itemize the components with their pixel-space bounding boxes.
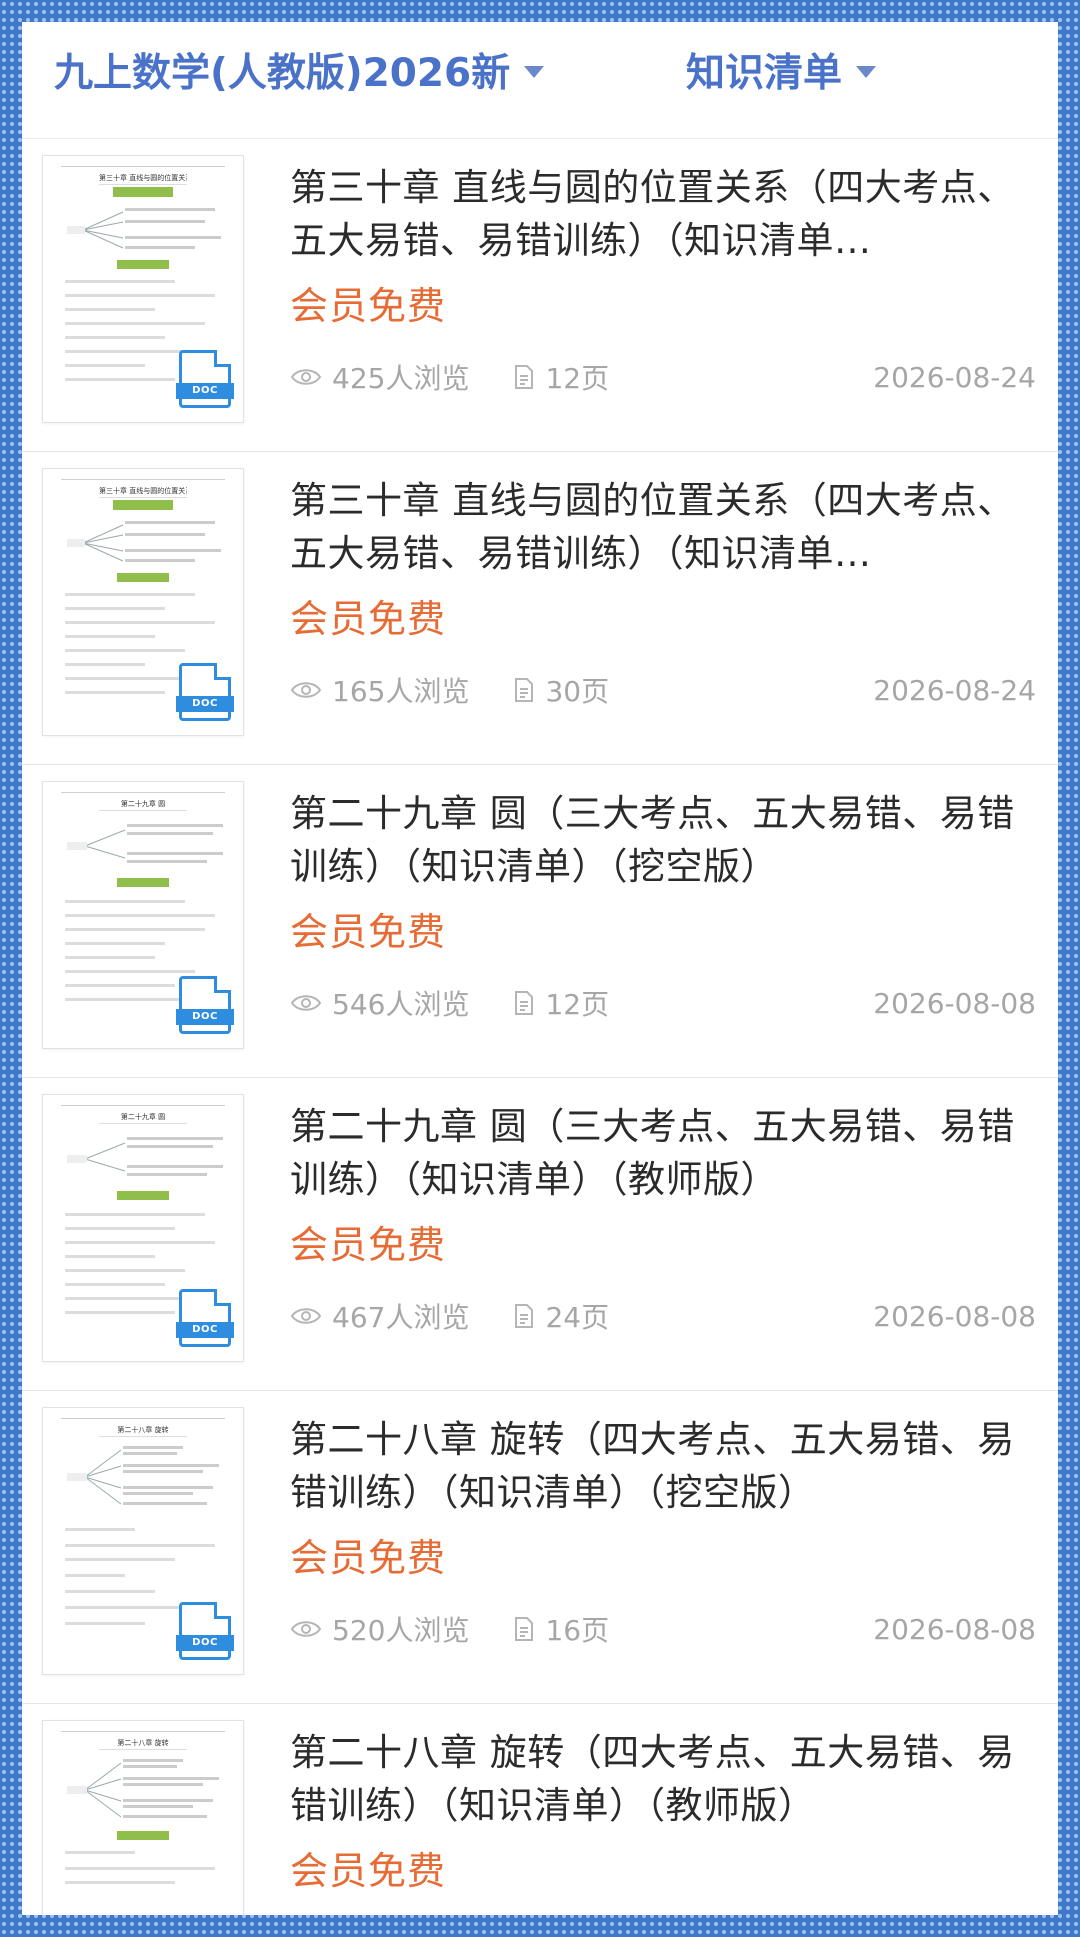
publish-date: 2026-08-24: [873, 673, 1036, 707]
caret-down-icon: [856, 66, 877, 78]
doc-file-icon: DOC: [176, 976, 234, 1034]
resource-meta: 520人浏览 16页 2026-08-08: [290, 1609, 1036, 1649]
document-thumbnail: 第三十章 直线与圆的位置关系 DOC: [42, 155, 244, 423]
eye-icon: [290, 1621, 322, 1637]
view-count: 165人浏览: [290, 670, 469, 710]
page-count: 12页: [513, 357, 609, 397]
resource-item[interactable]: 第二十八章 旋转 第二十八章 旋转（四大考点、五大易错、易错训练）（知识清单）（…: [22, 1704, 1058, 1915]
document-page-icon: [515, 1304, 534, 1328]
subject-dropdown-label: 九上数学(人教版)2026新: [54, 51, 511, 96]
thumbnail-chapter-title: 第三十章 直线与圆的位置关系: [99, 172, 187, 185]
doc-file-icon: DOC: [176, 1602, 234, 1660]
document-page-icon: [515, 678, 534, 702]
resource-meta: 467人浏览 24页 2026-08-08: [290, 1296, 1036, 1336]
eye-icon: [290, 995, 322, 1011]
resource-item[interactable]: 第三十章 直线与圆的位置关系 DOC 第三十章 直线与圆的位置关系（四大考点、五…: [22, 139, 1058, 452]
document-page-icon: [515, 1617, 534, 1641]
resource-title[interactable]: 第二十九章 圆（三大考点、五大易错、易错训练）（知识清单）（教师版）: [290, 1100, 1036, 1206]
resource-list: 第三十章 直线与圆的位置关系 DOC 第三十章 直线与圆的位置关系（四大考点、五…: [22, 139, 1058, 1915]
thumbnail-chapter-title: 第二十九章 圆: [99, 798, 187, 811]
doc-file-icon: DOC: [176, 350, 234, 408]
price-label: 会员免费: [290, 597, 447, 641]
resource-title[interactable]: 第三十章 直线与圆的位置关系（四大考点、五大易错、易错训练）（知识清单…: [290, 161, 1036, 267]
thumbnail-chapter-title: 第二十八章 旋转: [99, 1424, 187, 1437]
thumbnail-chapter-title: 第二十八章 旋转: [99, 1737, 187, 1750]
thumbnail-chapter-title: 第三十章 直线与圆的位置关系: [99, 485, 187, 498]
page-count: 24页: [513, 1296, 609, 1336]
price-label: 会员免费: [290, 1223, 447, 1267]
price-label: 会员免费: [290, 1536, 447, 1580]
view-count: 467人浏览: [290, 1296, 469, 1336]
resource-meta: 165人浏览 30页 2026-08-24: [290, 670, 1036, 710]
document-page-icon: [515, 991, 534, 1015]
publish-date: 2026-08-08: [873, 1299, 1036, 1333]
eye-icon: [290, 682, 322, 698]
doc-file-icon: DOC: [176, 1289, 234, 1347]
document-thumbnail: 第二十九章 圆 DOC: [42, 1094, 244, 1362]
thumbnail-chapter-title: 第二十九章 圆: [99, 1111, 187, 1124]
document-thumbnail: 第二十九章 圆 DOC: [42, 781, 244, 1049]
document-thumbnail: 第二十八章 旋转: [42, 1720, 244, 1915]
view-count: 425人浏览: [290, 357, 469, 397]
resource-item[interactable]: 第二十八章 旋转 DOC 第二十八章 旋转（四大考点、五大易错、易错训练）（知识…: [22, 1391, 1058, 1704]
resource-item[interactable]: 第三十章 直线与圆的位置关系 DOC 第三十章 直线与圆的位置关系（四大考点、五…: [22, 452, 1058, 765]
caret-down-icon: [524, 66, 545, 78]
resource-title[interactable]: 第二十八章 旋转（四大考点、五大易错、易错训练）（知识清单）（教师版）: [290, 1726, 1036, 1832]
eye-icon: [290, 1308, 322, 1324]
document-thumbnail: 第二十八章 旋转 DOC: [42, 1407, 244, 1675]
resource-title[interactable]: 第二十八章 旋转（四大考点、五大易错、易错训练）（知识清单）（挖空版）: [290, 1413, 1036, 1519]
subject-dropdown[interactable]: 九上数学(人教版)2026新: [54, 42, 545, 98]
document-thumbnail: 第三十章 直线与圆的位置关系 DOC: [42, 468, 244, 736]
view-count: 520人浏览: [290, 1609, 469, 1649]
resource-list-panel: 九上数学(人教版)2026新 知识清单 第三十章 直线与圆的位置关系 DOC 第…: [22, 22, 1058, 1915]
publish-date: 2026-08-24: [873, 360, 1036, 394]
doc-file-icon: DOC: [176, 663, 234, 721]
resource-item[interactable]: 第二十九章 圆 DOC 第二十九章 圆（三大考点、五大易错、易错训练）（知识清单…: [22, 765, 1058, 1078]
view-count: 546人浏览: [290, 983, 469, 1023]
price-label: 会员免费: [290, 910, 447, 954]
category-dropdown[interactable]: 知识清单: [686, 42, 877, 98]
publish-date: 2026-08-08: [873, 986, 1036, 1020]
page-count: 16页: [513, 1609, 609, 1649]
eye-icon: [290, 369, 322, 385]
page-count: 12页: [513, 983, 609, 1023]
price-label: 会员免费: [290, 284, 447, 328]
resource-item[interactable]: 第二十九章 圆 DOC 第二十九章 圆（三大考点、五大易错、易错训练）（知识清单…: [22, 1078, 1058, 1391]
page-count: 30页: [513, 670, 609, 710]
filter-bar: 九上数学(人教版)2026新 知识清单: [22, 22, 1058, 139]
publish-date: 2026-08-08: [873, 1612, 1036, 1646]
resource-meta: 546人浏览 12页 2026-08-08: [290, 983, 1036, 1023]
price-label: 会员免费: [290, 1849, 447, 1893]
resource-title[interactable]: 第二十九章 圆（三大考点、五大易错、易错训练）（知识清单）（挖空版）: [290, 787, 1036, 893]
resource-title[interactable]: 第三十章 直线与圆的位置关系（四大考点、五大易错、易错训练）（知识清单…: [290, 474, 1036, 580]
document-page-icon: [515, 365, 534, 389]
category-dropdown-label: 知识清单: [686, 51, 843, 96]
resource-meta: 425人浏览 12页 2026-08-24: [290, 357, 1036, 397]
